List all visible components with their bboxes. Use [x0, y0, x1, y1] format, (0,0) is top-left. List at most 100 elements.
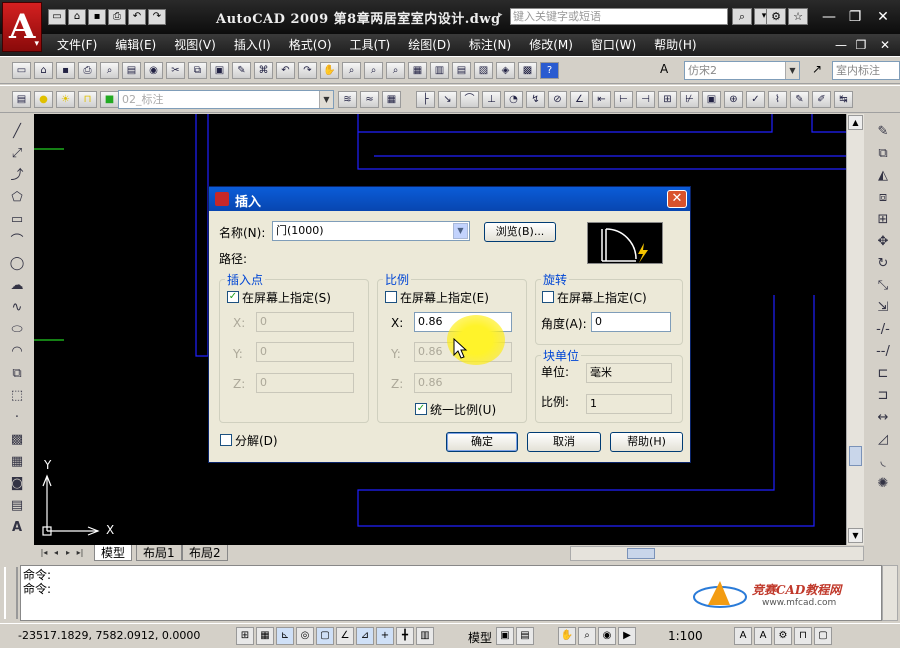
menu-draw[interactable]: 绘图(D) — [399, 34, 460, 56]
dim-edit-icon[interactable]: ✎ — [790, 91, 809, 108]
dim-linear-icon[interactable]: ├ — [416, 91, 435, 108]
layer-color-icon[interactable]: ■ — [100, 91, 119, 108]
design-center-icon[interactable]: ▥ — [430, 62, 449, 79]
jogged-linear-icon[interactable]: ⌇ — [768, 91, 787, 108]
zoom-previous-icon[interactable]: ⌕ — [386, 62, 405, 79]
dim-angular-icon[interactable]: ∠ — [570, 91, 589, 108]
doc-minimize-icon[interactable]: — — [832, 37, 850, 53]
scale-specify-checkbox[interactable] — [385, 291, 397, 303]
dialog-title-bar[interactable]: 插入 ✕ — [209, 187, 690, 211]
menu-help[interactable]: 帮助(H) — [645, 34, 705, 56]
center-mark-icon[interactable]: ⊕ — [724, 91, 743, 108]
print-icon[interactable]: ⎙ — [108, 9, 126, 25]
menu-insert[interactable]: 插入(I) — [225, 34, 280, 56]
tab-layout2[interactable]: 布局2 — [182, 545, 228, 561]
text-style-combo[interactable]: 仿宋2 ▼ — [684, 61, 800, 80]
properties-icon[interactable]: ▦ — [408, 62, 427, 79]
ortho-icon[interactable]: ⊾ — [276, 627, 294, 645]
menu-file[interactable]: 文件(F) — [48, 34, 106, 56]
break-at-point-icon[interactable]: ⊏ — [872, 364, 894, 384]
text-style-icon[interactable]: A — [660, 62, 678, 79]
polyline-icon[interactable]: ⤴ — [6, 166, 28, 186]
angle-input[interactable]: 0 — [591, 312, 671, 332]
uniform-scale-checkbox[interactable]: ✓ — [415, 403, 427, 415]
ellipse-icon[interactable]: ⬭ — [6, 320, 28, 340]
point-icon[interactable]: · — [6, 408, 28, 428]
help-button[interactable]: 帮助(H) — [610, 432, 683, 452]
open-icon[interactable]: ⌂ — [34, 62, 53, 79]
workspace-icon[interactable]: ⚙ — [774, 627, 792, 645]
zoom-realtime-icon[interactable]: ⌕ — [342, 62, 361, 79]
inspect-icon[interactable]: ✓ — [746, 91, 765, 108]
plot-icon[interactable]: ⎙ — [78, 62, 97, 79]
tab-last-icon[interactable]: ▸| — [74, 546, 86, 560]
region-icon[interactable]: ◙ — [6, 474, 28, 494]
dim-continue-icon[interactable]: ⊣ — [636, 91, 655, 108]
cut-icon[interactable]: ✂ — [166, 62, 185, 79]
showmotion-icon[interactable]: ▶ — [618, 627, 636, 645]
clean-screen-icon[interactable]: ▢ — [814, 627, 832, 645]
layer-lock-icon[interactable]: ⊓ — [78, 91, 97, 108]
match-prop-icon[interactable]: ✎ — [232, 62, 251, 79]
menu-dimension[interactable]: 标注(N) — [460, 34, 520, 56]
grid-icon[interactable]: ▦ — [256, 627, 274, 645]
ellipse-arc-icon[interactable]: ◠ — [6, 342, 28, 362]
explode-icon[interactable]: ✺ — [872, 474, 894, 494]
cancel-button[interactable]: 取消 — [527, 432, 601, 452]
insert-block-icon[interactable]: ⧉ — [6, 364, 28, 384]
tab-next-icon[interactable]: ▸ — [62, 546, 74, 560]
preview-icon[interactable]: ⌕ — [100, 62, 119, 79]
doc-restore-icon[interactable]: ❐ — [852, 37, 870, 53]
rotate-icon[interactable]: ↻ — [872, 254, 894, 274]
arc-icon[interactable]: ⌒ — [6, 232, 28, 252]
stretch-icon[interactable]: ⇲ — [872, 298, 894, 318]
dim-baseline-icon[interactable]: ⊢ — [614, 91, 633, 108]
table-icon[interactable]: ▤ — [6, 496, 28, 516]
dim-update-icon[interactable]: ↹ — [834, 91, 853, 108]
block-editor-icon[interactable]: ⌘ — [254, 62, 273, 79]
favorites-icon[interactable]: ☆ — [788, 8, 808, 25]
paste-icon[interactable]: ▣ — [210, 62, 229, 79]
dialog-close-button[interactable]: ✕ — [667, 190, 687, 208]
browse-button[interactable]: 浏览(B)... — [484, 222, 556, 242]
scale-z-input[interactable]: 0.86 — [414, 373, 512, 393]
redo-icon[interactable]: ↷ — [148, 9, 166, 25]
dim-text-edit-icon[interactable]: ✐ — [812, 91, 831, 108]
layer-combo[interactable]: 02_标注 ▼ — [118, 90, 334, 109]
layer-previous-icon[interactable]: ≈ — [360, 91, 379, 108]
redo-icon[interactable]: ↷ — [298, 62, 317, 79]
dyn-icon[interactable]: + — [376, 627, 394, 645]
tab-layout1[interactable]: 布局1 — [136, 545, 182, 561]
zoom-window-icon[interactable]: ⌕ — [364, 62, 383, 79]
quick-view-drawings-icon[interactable]: ▤ — [516, 627, 534, 645]
sheet-set-icon[interactable]: ▧ — [474, 62, 493, 79]
auto-scale-icon[interactable]: A — [754, 627, 772, 645]
copy-object-icon[interactable]: ⧉ — [872, 144, 894, 164]
menu-tools[interactable]: 工具(T) — [341, 34, 400, 56]
quickcalc-icon[interactable]: ▩ — [518, 62, 537, 79]
menu-window[interactable]: 窗口(W) — [582, 34, 645, 56]
dim-ordinate-icon[interactable]: ⊥ — [482, 91, 501, 108]
qnew-icon[interactable]: ▭ — [12, 62, 31, 79]
markup-icon[interactable]: ◈ — [496, 62, 515, 79]
layer-manager-icon[interactable]: ▤ — [12, 91, 31, 108]
break-icon[interactable]: ⊐ — [872, 386, 894, 406]
close-icon[interactable]: ✕ — [872, 8, 894, 26]
dim-style-combo[interactable]: 室内标注 — [832, 61, 900, 80]
make-block-icon[interactable]: ⬚ — [6, 386, 28, 406]
save-icon[interactable]: ▪ — [56, 62, 75, 79]
pan-status-icon[interactable]: ✋ — [558, 627, 576, 645]
tool-palettes-icon[interactable]: ▤ — [452, 62, 471, 79]
spline-icon[interactable]: ∿ — [6, 298, 28, 318]
dim-style-icon[interactable]: ↗ — [812, 62, 830, 79]
insertion-y-input[interactable]: 0 — [256, 342, 354, 362]
rectangle-icon[interactable]: ▭ — [6, 210, 28, 230]
insertion-z-input[interactable]: 0 — [256, 373, 354, 393]
search-icon[interactable]: ⌕ — [732, 8, 752, 25]
copy-icon[interactable]: ⧉ — [188, 62, 207, 79]
hatch-icon[interactable]: ▩ — [6, 430, 28, 450]
chevron-down-icon[interactable]: ▼ — [453, 223, 468, 239]
dim-arc-icon[interactable]: ⌒ — [460, 91, 479, 108]
chamfer-icon[interactable]: ◿ — [872, 430, 894, 450]
scroll-up-icon[interactable]: ▲ — [848, 115, 863, 130]
